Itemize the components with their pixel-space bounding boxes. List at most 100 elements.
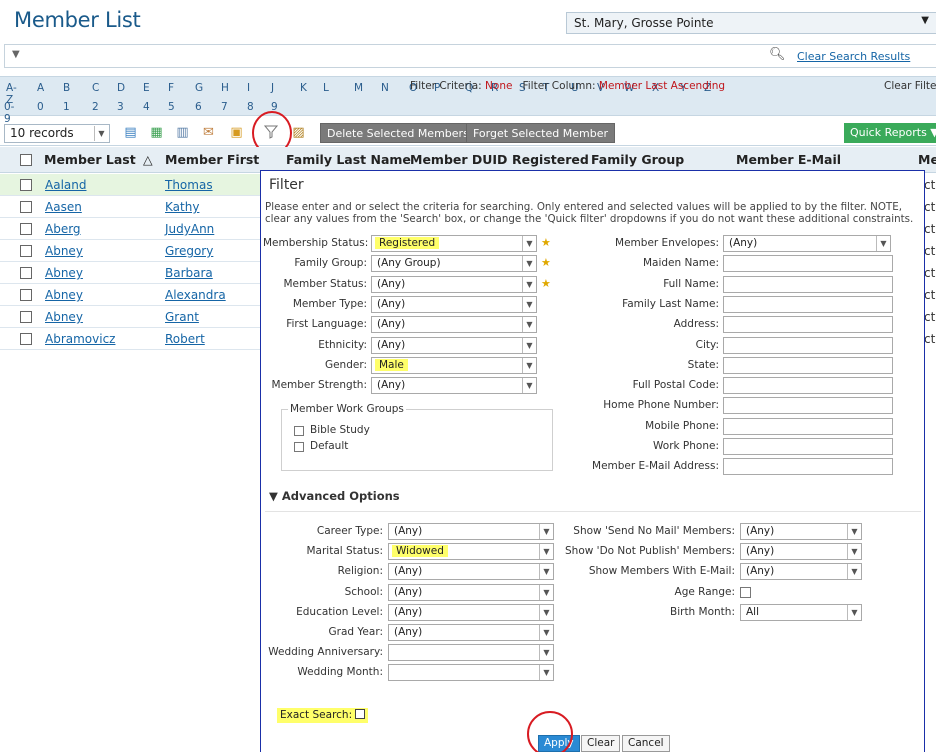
adv-select[interactable]: (Any) ▼ (388, 603, 554, 621)
filter-select[interactable]: (Any) ▼ (371, 336, 537, 354)
alpha-letter-link[interactable]: K (300, 82, 307, 94)
row-checkbox[interactable] (20, 333, 32, 345)
member-last-link[interactable]: Abney (45, 310, 83, 324)
filter-select[interactable]: (Any) ▼ (371, 295, 537, 313)
alpha-letter-link[interactable]: D (117, 82, 125, 94)
alpha-letter-link[interactable]: I (247, 82, 250, 94)
row-checkbox[interactable] (20, 267, 32, 279)
row-checkbox[interactable] (20, 311, 32, 323)
alpha-digit-link[interactable]: 7 (221, 101, 228, 113)
table-row[interactable]: Abney Barbara (0, 262, 260, 284)
col-member-last[interactable]: Member Last (44, 152, 136, 167)
adv-select[interactable]: (Any) ▼ (388, 583, 554, 601)
adv-select[interactable]: (Any) ▼ (388, 563, 554, 581)
alpha-digit-link[interactable]: 4 (143, 101, 150, 113)
alpha-letter-link[interactable]: A (37, 82, 44, 94)
col-registered[interactable]: Registered (512, 152, 589, 167)
alpha-letter-link[interactable]: M (354, 82, 363, 94)
adv-select[interactable]: Widowed ▼ (388, 543, 554, 561)
export-icon[interactable]: ▤ (122, 125, 139, 141)
adv-select[interactable]: (Any) ▼ (388, 624, 554, 641)
member-last-link[interactable]: Abney (45, 266, 83, 280)
search-bar[interactable]: ▼ 🔍︎ Clear Search Results (4, 44, 936, 68)
filter-text-input[interactable] (723, 356, 893, 374)
alpha-letter-link[interactable]: J (271, 82, 274, 94)
alpha-letter-link[interactable]: L (323, 82, 329, 94)
filter-text-input[interactable] (723, 336, 893, 354)
advanced-options-toggle[interactable]: ▼ Advanced Options (269, 489, 400, 503)
member-last-link[interactable]: Abney (45, 288, 83, 302)
row-checkbox[interactable] (20, 245, 32, 257)
filter-text-input[interactable] (723, 397, 893, 415)
clear-search-link[interactable]: Clear Search Results (797, 50, 910, 63)
alpha-digit-link[interactable]: 2 (92, 101, 99, 113)
row-checkbox[interactable] (20, 201, 32, 213)
filter-text-input[interactable] (723, 316, 893, 334)
member-last-link[interactable]: Aberg (45, 222, 81, 236)
col-member-email[interactable]: Member E-Mail (736, 152, 841, 167)
grid-icon[interactable]: ▥ (174, 125, 191, 141)
member-first-link[interactable]: Grant (165, 310, 199, 324)
member-first-link[interactable]: Thomas (165, 178, 213, 192)
alpha-letter-link[interactable]: C (92, 82, 99, 94)
member-last-link[interactable]: Abramovicz (45, 332, 115, 346)
member-first-link[interactable]: Alexandra (165, 288, 226, 302)
alpha-digit-link[interactable]: 0 (37, 101, 44, 113)
alpha-letter-link[interactable]: H (221, 82, 229, 94)
filter-text-input[interactable] (723, 417, 893, 435)
col-family-last[interactable]: Family Last Name (286, 152, 411, 167)
alpha-digit-link[interactable]: 8 (247, 101, 254, 113)
delete-selected-button[interactable]: Delete Selected Members (320, 123, 476, 143)
col-truncated[interactable]: Me (918, 152, 936, 167)
filter-text-input[interactable] (723, 458, 893, 476)
alpha-letter-link[interactable]: G (195, 82, 203, 94)
member-first-link[interactable]: Kathy (165, 200, 199, 214)
clear-button[interactable]: Clear (581, 735, 621, 752)
member-last-link[interactable]: Aaland (45, 178, 86, 192)
search-icon[interactable]: 🔍︎ (769, 47, 786, 62)
clear-filter-link[interactable]: Clear Filter (884, 80, 936, 92)
age-range-checkbox[interactable] (740, 586, 751, 598)
alpha-letter-link[interactable]: E (143, 82, 150, 94)
alpha-digit-link[interactable]: 1 (63, 101, 70, 113)
email-icon[interactable]: ✉ (200, 125, 217, 141)
filter-dropdown-icon[interactable]: ▼ (12, 49, 20, 60)
col-family-group[interactable]: Family Group (591, 152, 684, 167)
table-row[interactable]: Aaland Thomas (0, 174, 260, 196)
table-row[interactable]: Abney Gregory (0, 240, 260, 262)
col-member-first[interactable]: Member First (165, 152, 259, 167)
alpha-digit-link[interactable]: 6 (195, 101, 202, 113)
filter-select[interactable]: (Any) ▼ (723, 235, 891, 252)
member-first-link[interactable]: Barbara (165, 266, 213, 280)
member-first-link[interactable]: Robert (165, 332, 205, 346)
alpha-letter-link[interactable]: F (168, 82, 174, 94)
table-row[interactable]: Abney Alexandra (0, 284, 260, 306)
alpha-digit-link[interactable]: 5 (168, 101, 175, 113)
records-select[interactable]: 10 records ▼ (4, 124, 110, 143)
filter-text-input[interactable] (723, 438, 893, 455)
alpha-letter-link[interactable]: B (63, 82, 70, 94)
table-row[interactable]: Abramovicz Robert (0, 328, 260, 350)
default-checkbox[interactable] (294, 442, 304, 452)
adv-select[interactable]: (Any) ▼ (388, 523, 554, 540)
label-icon[interactable]: ▣ (228, 125, 245, 141)
member-first-link[interactable]: JudyAnn (165, 222, 214, 236)
cancel-button[interactable]: Cancel (622, 735, 670, 752)
member-last-link[interactable]: Abney (45, 244, 83, 258)
row-checkbox[interactable] (20, 179, 32, 191)
filter-select[interactable]: (Any) ▼ (371, 377, 537, 395)
table-row[interactable]: Aasen Kathy (0, 196, 260, 218)
adv-select[interactable]: ▼ (388, 664, 554, 682)
row-checkbox[interactable] (20, 289, 32, 301)
excel-icon[interactable]: ▦ (148, 125, 165, 141)
parish-select[interactable]: St. Mary, Grosse Pointe ▼ (566, 12, 936, 34)
filter-select[interactable]: (Any) ▼ (371, 275, 537, 293)
filter-text-input[interactable] (723, 255, 893, 273)
filter-select[interactable]: (Any Group) ▼ (371, 255, 537, 273)
select-all-checkbox[interactable] (20, 154, 32, 166)
filter-select[interactable]: (Any) ▼ (371, 316, 537, 334)
filter-select[interactable]: Male ▼ (371, 356, 537, 374)
alpha-letter-link[interactable]: N (381, 82, 389, 94)
adv-select[interactable]: All ▼ (740, 603, 862, 621)
exact-search-checkbox[interactable] (355, 709, 366, 719)
